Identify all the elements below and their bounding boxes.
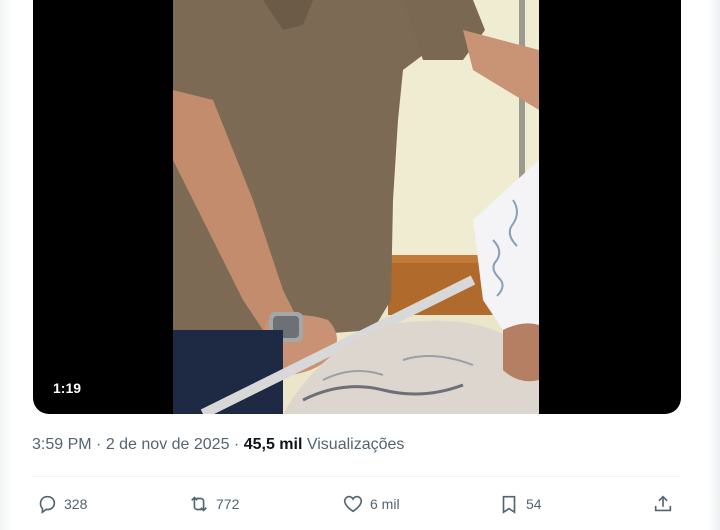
video-still xyxy=(173,0,539,414)
meta-separator: · xyxy=(91,436,106,453)
post-meta: 3:59 PM · 2 de nov de 2025 · 45,5 mil Vi… xyxy=(32,436,404,454)
action-bar: 328 772 6 mil 54 xyxy=(32,488,684,520)
video-duration: 1:19 xyxy=(47,378,88,398)
bookmark-count: 54 xyxy=(526,496,542,512)
post-time[interactable]: 3:59 PM xyxy=(32,436,92,453)
repost-button[interactable]: 772 xyxy=(188,488,239,520)
like-button[interactable]: 6 mil xyxy=(342,488,400,520)
left-edge-shadow xyxy=(0,0,12,530)
bookmark-icon xyxy=(502,495,516,514)
like-icon xyxy=(343,495,363,513)
bookmark-button[interactable]: 54 xyxy=(498,488,542,520)
share-button[interactable] xyxy=(652,488,674,520)
repost-icon xyxy=(191,496,207,512)
meta-separator: · xyxy=(229,436,244,453)
reply-button[interactable]: 328 xyxy=(36,488,87,520)
reply-icon xyxy=(39,495,56,514)
right-edge-shadow xyxy=(708,0,720,530)
video-frame[interactable] xyxy=(173,0,539,414)
post-date[interactable]: 2 de nov de 2025 xyxy=(106,436,230,453)
video-player[interactable]: 1:19 xyxy=(33,0,681,414)
views-label: Visualizações xyxy=(302,436,405,453)
views-count: 45,5 mil xyxy=(243,436,303,453)
like-count: 6 mil xyxy=(370,496,400,512)
repost-count: 772 xyxy=(216,496,240,512)
share-icon xyxy=(654,495,672,512)
post-detail: 1:19 3:59 PM · 2 de nov de 2025 · 45,5 m… xyxy=(0,0,720,530)
divider xyxy=(32,476,680,477)
reply-count: 328 xyxy=(64,496,88,512)
